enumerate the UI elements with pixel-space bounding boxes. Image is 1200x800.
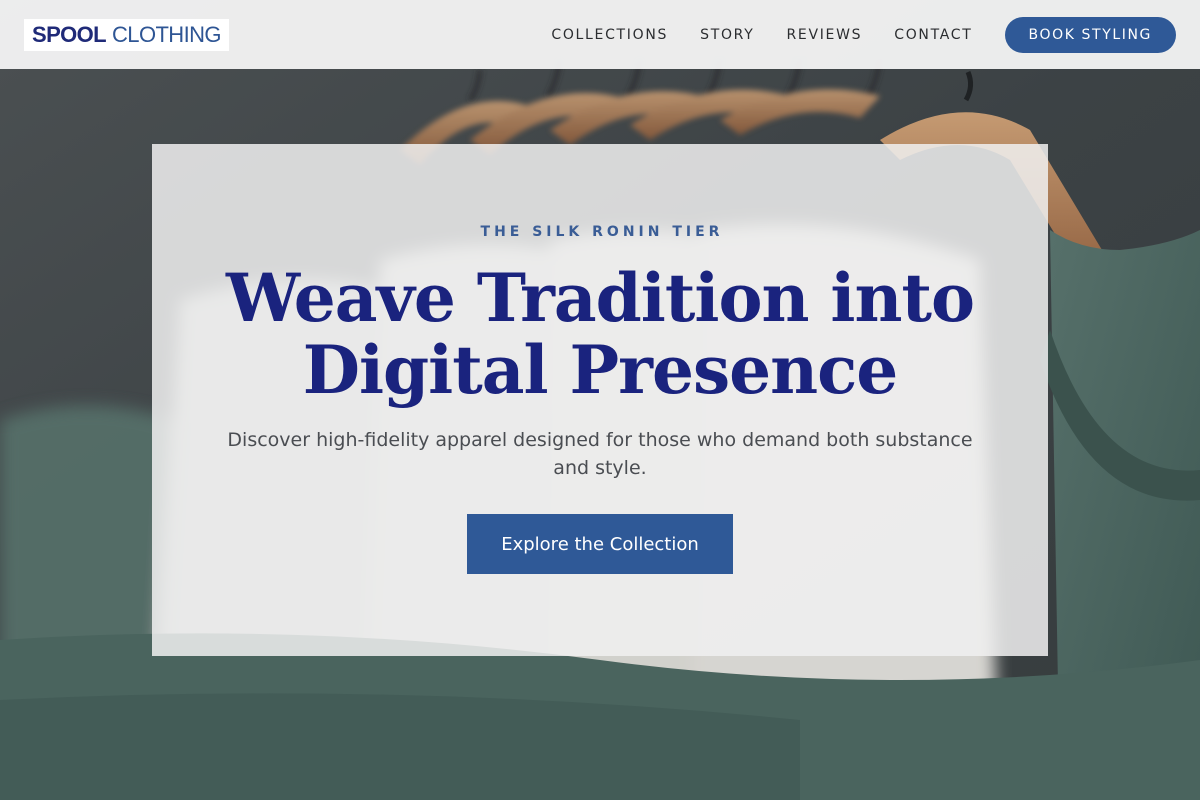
logo-strong-text: SPOOL: [32, 21, 107, 47]
hero-eyebrow: THE SILK RONIN TIER: [480, 224, 724, 240]
hero-subhead: Discover high-fidelity apparel designed …: [227, 429, 973, 479]
nav-link-contact[interactable]: CONTACT: [894, 27, 972, 43]
hero-headline-line-2: Digital Presence: [302, 331, 899, 409]
explore-collection-button[interactable]: Explore the Collection: [467, 514, 733, 574]
nav-link-reviews[interactable]: REVIEWS: [786, 27, 862, 43]
hero-headline-line-1: Weave Tradition into: [226, 259, 975, 337]
nav-link-story[interactable]: STORY: [700, 27, 754, 43]
hero-headline: Weave Tradition into Digital Presence: [220, 262, 980, 406]
hero-card: THE SILK RONIN TIER Weave Tradition into…: [152, 144, 1048, 656]
book-styling-button[interactable]: BOOK STYLING: [1004, 16, 1176, 53]
brand-logo[interactable]: SPOOL CLOTHING: [24, 18, 229, 51]
main-nav: COLLECTIONS STORY REVIEWS CONTACT BOOK S…: [551, 16, 1176, 53]
site-header: SPOOL CLOTHING COLLECTIONS STORY REVIEWS…: [0, 0, 1200, 69]
nav-link-collections[interactable]: COLLECTIONS: [551, 27, 668, 43]
logo-light-text: CLOTHING: [112, 21, 221, 47]
